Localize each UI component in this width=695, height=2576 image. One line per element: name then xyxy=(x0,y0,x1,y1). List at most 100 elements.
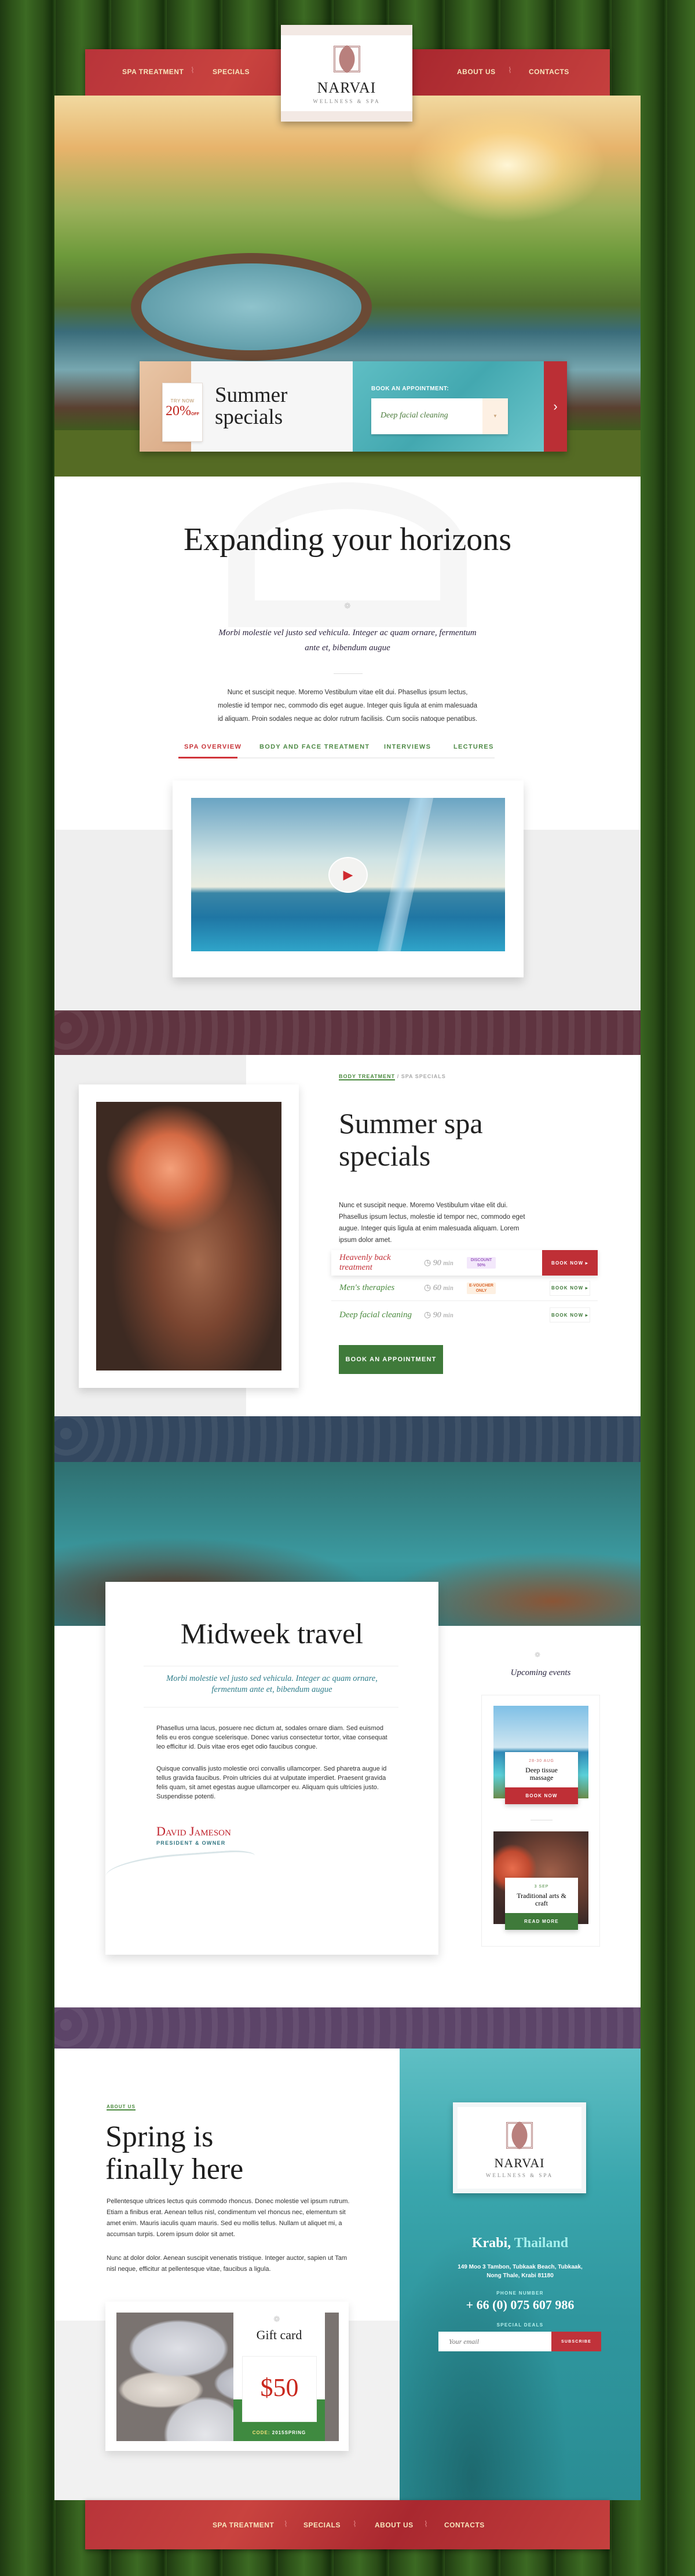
midweek-card: Midweek travel Morbi molestie vel justo … xyxy=(104,1582,438,1955)
footer-logo: NARVAI WELLNESS & SPA xyxy=(453,2102,586,2193)
book-appointment-button[interactable]: BOOK AN APPOINTMENT xyxy=(339,1345,443,1374)
intro-body: Nunc et suscipit neque. Moremo Vestibulu… xyxy=(217,689,478,723)
tab-lectures[interactable]: LECTURES xyxy=(453,743,494,750)
tab-spa-overview[interactable]: SPA OVERVIEW xyxy=(184,743,242,750)
treatment-name: Deep facial cleaning xyxy=(339,1310,412,1320)
dropdown-arrow-icon[interactable]: ▼ xyxy=(482,398,508,434)
nav-about-us[interactable]: ABOUT US xyxy=(457,68,496,76)
footer-nav: SPA TREATMENT ⌇ SPECIALS ⌇ ABOUT US ⌇ CO… xyxy=(85,2500,610,2549)
nav-spa-treatment[interactable]: SPA TREATMENT xyxy=(122,68,184,76)
midweek-title: Midweek travel xyxy=(180,1617,364,1650)
active-tab-indicator xyxy=(178,757,237,758)
booking-title: Summer specials xyxy=(215,383,288,429)
book-now-button[interactable]: BOOK NOW ▸ xyxy=(542,1250,598,1276)
event-read-more-button[interactable]: READ MORE xyxy=(505,1913,578,1930)
navy-pattern-strip xyxy=(54,1416,641,1462)
specials-list: Heavenly back treatment ◷ 90 min DISCOUN… xyxy=(331,1250,598,1331)
gift-card-value-box: $50 xyxy=(242,2356,317,2422)
spa-bowl-photo xyxy=(96,1102,281,1371)
brand-name: NARVAI xyxy=(494,2156,545,2170)
midweek-paragraph-2: Quisque convallis justo molestie orci co… xyxy=(156,1765,387,1800)
play-icon[interactable]: ▶ xyxy=(328,857,368,893)
next-slide-button[interactable]: › xyxy=(544,361,567,452)
book-now-button[interactable]: BOOK NOW ▸ xyxy=(550,1307,590,1322)
footer-nav-specials[interactable]: SPECIALS xyxy=(303,2521,341,2529)
specials-title: Summer spa specials xyxy=(339,1107,483,1172)
specials-row: Deep facial cleaning ◷ 90 min BOOK NOW ▸ xyxy=(331,1302,598,1328)
brand-tagline: WELLNESS & SPA xyxy=(485,2172,554,2178)
about-title: Spring is finally here xyxy=(105,2120,244,2186)
gift-card-title: Gift card xyxy=(256,2328,302,2342)
nav-separator: ⌇ xyxy=(424,2519,428,2529)
intro-section: Expanding your horizons ❁ Morbi molestie… xyxy=(54,477,641,1010)
signature xyxy=(104,1849,257,1894)
nav-specials[interactable]: SPECIALS xyxy=(213,68,250,76)
specials-row: Men's therapies ◷ 60 min E-VOUCHER ONLY … xyxy=(331,1276,598,1301)
nav-separator: ⌇ xyxy=(353,2519,357,2529)
treatment-name: Heavenly back treatment xyxy=(339,1253,391,1272)
about-paragraph-2: Nunc at dolor dolor. Aenean suscipit ven… xyxy=(107,2255,347,2273)
tab-body-face-treatment[interactable]: BODY AND FACE TREATMENT xyxy=(259,743,370,750)
events-title: Upcoming events xyxy=(510,1668,571,1677)
gift-card-code: CODE: 2015SPRING xyxy=(252,2430,306,2435)
midweek-paragraph-1: Phasellus urna lacus, posuere nec dictum… xyxy=(156,1725,387,1750)
gift-card: ❁ Gift card $50 CODE: 2015SPRING xyxy=(105,2302,349,2451)
phone-label: PHONE NUMBER xyxy=(496,2291,544,2296)
book-now-button[interactable]: BOOK NOW ▸ xyxy=(550,1280,590,1296)
contact-panel: NARVAI WELLNESS & SPA Krabi, Thailand 14… xyxy=(400,2049,641,2500)
video-card: ▶ xyxy=(173,781,524,977)
promo-badge: TRY NOW 20%OFF xyxy=(162,383,203,442)
purple-pattern-strip xyxy=(54,2007,641,2049)
specials-body: Nunc et suscipit neque. Moremo Vestibulu… xyxy=(339,1202,525,1244)
treatment-select[interactable]: Deep facial cleaning ▼ xyxy=(371,398,508,434)
event-name: Traditional arts & craft xyxy=(517,1892,566,1907)
event-date: 28-30 AUG xyxy=(529,1759,554,1763)
event-book-now-button[interactable]: BOOK NOW xyxy=(505,1787,578,1804)
discount-badge: DISCOUNT 50% xyxy=(467,1257,496,1269)
lotus-icon: ❁ xyxy=(535,1651,541,1659)
country: Thailand xyxy=(514,2236,569,2251)
duration: ◷ 90 min xyxy=(424,1310,453,1320)
footer-nav-spa-treatment[interactable]: SPA TREATMENT xyxy=(213,2521,274,2529)
about-us-label[interactable]: ABOUT US xyxy=(107,2104,136,2110)
event-name: Deep tissue massage xyxy=(525,1766,558,1782)
lotus-emblem-icon xyxy=(502,2117,537,2153)
treatment-name: Men's therapies xyxy=(339,1283,395,1292)
author-role: PRESIDENT & OWNER xyxy=(156,1840,226,1846)
duration: ◷ 60 min xyxy=(424,1284,453,1292)
nav-separator: ⌇ xyxy=(508,65,512,75)
booking-label: BOOK AN APPOINTMENT: xyxy=(371,386,449,392)
footer-nav-contacts[interactable]: CONTACTS xyxy=(444,2521,485,2529)
brand-tagline: WELLNESS & SPA xyxy=(313,98,381,104)
flower-ornament-icon: ❁ xyxy=(344,601,351,610)
nav-separator: ⌇ xyxy=(191,65,195,75)
promo-value: 20% xyxy=(166,404,191,419)
author-name: David Jameson xyxy=(156,1824,231,1838)
duration: ◷ 90 min xyxy=(424,1258,453,1267)
video-thumbnail[interactable]: ▶ xyxy=(191,798,505,951)
event-card: 3 SEP Traditional arts & craft READ MORE xyxy=(493,1831,588,1930)
gift-card-value: $50 xyxy=(260,2373,299,2402)
midweek-quote: Morbi molestie vel justo sed vehicula. I… xyxy=(166,1674,378,1694)
intro-title: Expanding your horizons xyxy=(183,522,512,558)
subscribe-button[interactable]: SUBSCRIBE xyxy=(551,2332,601,2351)
intro-tabs: SPA OVERVIEW BODY AND FACE TREATMENT INT… xyxy=(178,743,497,761)
logo[interactable]: NARVAI WELLNESS & SPA xyxy=(281,25,412,122)
nav-separator: ⌇ xyxy=(284,2519,288,2529)
footer-nav-about-us[interactable]: ABOUT US xyxy=(375,2521,414,2529)
breadcrumb-body-treatment[interactable]: BODY TREATMENT xyxy=(339,1073,396,1080)
event-card: 28-30 AUG Deep tissue massage BOOK NOW xyxy=(493,1706,588,1804)
specials-row: Heavenly back treatment ◷ 90 min DISCOUN… xyxy=(331,1250,598,1276)
event-date: 3 SEP xyxy=(534,1885,549,1889)
maroon-pattern-strip xyxy=(54,1010,641,1055)
nav-contacts[interactable]: CONTACTS xyxy=(529,68,569,76)
specials-image-card xyxy=(79,1084,299,1388)
lotus-emblem-icon xyxy=(329,41,365,77)
brand-name: NARVAI xyxy=(317,79,376,96)
email-input[interactable] xyxy=(438,2332,551,2351)
chevron-right-icon: › xyxy=(553,399,558,413)
breadcrumb: BODY TREATMENT / SPA SPECIALS xyxy=(339,1073,446,1080)
tab-interviews[interactable]: INTERVIEWS xyxy=(384,743,431,750)
city: Krabi, xyxy=(471,2236,511,2251)
divider xyxy=(334,673,363,674)
